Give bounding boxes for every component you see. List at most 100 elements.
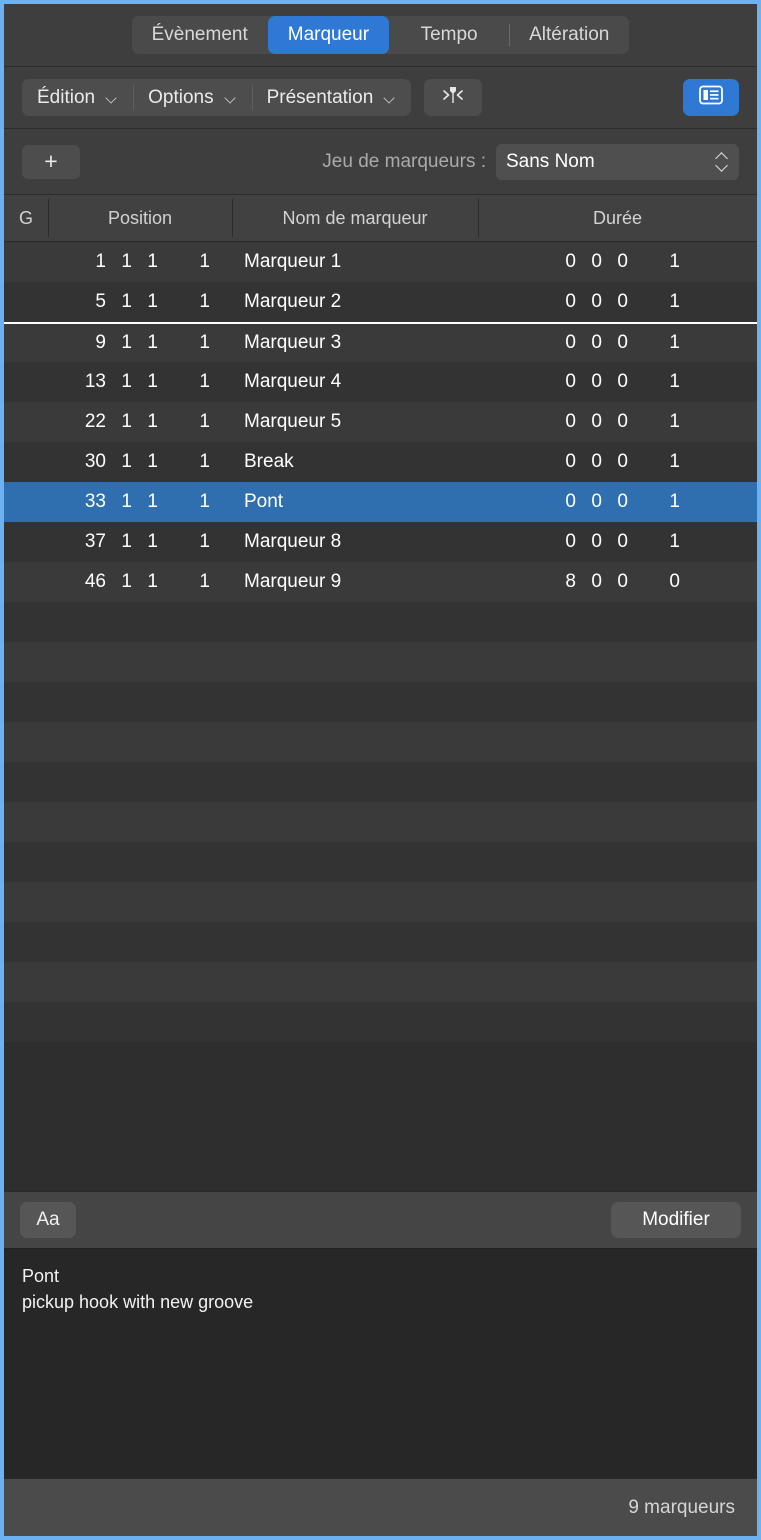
cell-marker-name[interactable]: Marqueur 8	[232, 531, 478, 553]
cell-position[interactable]: 22 1 1 1	[48, 411, 232, 433]
position-field-2[interactable]: 1	[132, 491, 158, 513]
position-field-2[interactable]: 1	[132, 291, 158, 313]
position-field-3[interactable]: 1	[158, 491, 210, 513]
column-header-dur[interactable]: Durée	[478, 195, 757, 241]
table-row[interactable]: 9 1 1 1 Marqueur 30001	[4, 322, 757, 362]
cell-marker-name[interactable]: Marqueur 2	[232, 291, 478, 313]
table-row-empty[interactable]	[4, 962, 757, 1002]
cell-position[interactable]: 13 1 1 1	[48, 371, 232, 393]
duration-field-3[interactable]: 1	[628, 332, 680, 354]
position-field-1[interactable]: 1	[106, 411, 132, 433]
table-row-empty[interactable]	[4, 842, 757, 882]
duration-field-1[interactable]: 0	[576, 371, 602, 393]
table-row-empty[interactable]	[4, 802, 757, 842]
duration-field-1[interactable]: 0	[576, 491, 602, 513]
column-header-pos[interactable]: Position	[48, 195, 232, 241]
table-row-empty[interactable]	[4, 722, 757, 762]
position-field-1[interactable]: 1	[106, 571, 132, 593]
font-button[interactable]: Aa	[20, 1202, 76, 1238]
duration-field-1[interactable]: 0	[576, 251, 602, 273]
duration-field-1[interactable]: 0	[576, 332, 602, 354]
position-field-3[interactable]: 1	[158, 371, 210, 393]
menu--dition[interactable]: Édition	[22, 79, 133, 116]
position-field-3[interactable]: 1	[158, 571, 210, 593]
table-row-empty[interactable]	[4, 642, 757, 682]
table-row-empty[interactable]	[4, 1002, 757, 1042]
duration-field-0[interactable]: 0	[478, 531, 576, 553]
cell-marker-name[interactable]: Break	[232, 451, 478, 473]
duration-field-2[interactable]: 0	[602, 371, 628, 393]
cell-duration[interactable]: 0001	[478, 371, 757, 393]
position-field-1[interactable]: 1	[106, 491, 132, 513]
position-field-0[interactable]: 22	[48, 411, 106, 433]
tab-tempo[interactable]: Tempo	[389, 16, 509, 54]
cell-duration[interactable]: 0001	[478, 291, 757, 313]
cell-duration[interactable]: 0001	[478, 491, 757, 513]
duration-field-2[interactable]: 0	[602, 332, 628, 354]
list-view-toggle-button[interactable]	[683, 79, 739, 116]
tab--v-nement[interactable]: Évènement	[132, 16, 268, 54]
table-row[interactable]: 1 1 1 1 Marqueur 10001	[4, 242, 757, 282]
position-field-0[interactable]: 37	[48, 531, 106, 553]
cell-marker-name[interactable]: Pont	[232, 491, 478, 513]
cell-position[interactable]: 5111	[48, 291, 232, 313]
duration-field-3[interactable]: 0	[628, 571, 680, 593]
column-header-name[interactable]: Nom de marqueur	[232, 195, 478, 241]
duration-field-3[interactable]: 1	[628, 411, 680, 433]
duration-field-0[interactable]: 0	[478, 451, 576, 473]
cell-marker-name[interactable]: Marqueur 3	[232, 332, 478, 354]
position-field-2[interactable]: 1	[132, 531, 158, 553]
table-row[interactable]: 46 1 1 1 Marqueur 98000	[4, 562, 757, 602]
cell-marker-name[interactable]: Marqueur 4	[232, 371, 478, 393]
position-field-3[interactable]: 1	[158, 531, 210, 553]
position-field-3[interactable]: 1	[158, 332, 210, 354]
position-field-2[interactable]: 1	[132, 571, 158, 593]
table-row[interactable]: 22 1 1 1 Marqueur 50001	[4, 402, 757, 442]
cell-position[interactable]: 33 1 1 1	[48, 491, 232, 513]
position-field-2[interactable]: 1	[132, 451, 158, 473]
cell-marker-name[interactable]: Marqueur 1	[232, 251, 478, 273]
cell-position[interactable]: 37 1 1 1	[48, 531, 232, 553]
position-field-3[interactable]: 1	[158, 411, 210, 433]
tab-marqueur[interactable]: Marqueur	[267, 16, 390, 54]
position-field-1[interactable]: 1	[106, 451, 132, 473]
duration-field-2[interactable]: 0	[602, 451, 628, 473]
duration-field-2[interactable]: 0	[602, 411, 628, 433]
menu-options[interactable]: Options	[133, 79, 251, 116]
cell-position[interactable]: 9111	[48, 332, 232, 354]
position-field-0[interactable]: 33	[48, 491, 106, 513]
duration-field-1[interactable]: 0	[576, 451, 602, 473]
position-field-2[interactable]: 1	[132, 371, 158, 393]
cell-duration[interactable]: 0001	[478, 411, 757, 433]
table-row[interactable]: 33 1 1 1 Pont 0 0 0 1	[4, 482, 757, 522]
position-field-0[interactable]: 13	[48, 371, 106, 393]
cell-duration[interactable]: 0001	[478, 251, 757, 273]
table-row[interactable]: 13 1 1 1 Marqueur 40001	[4, 362, 757, 402]
menu-pr-sentation[interactable]: Présentation	[251, 79, 412, 116]
cell-position[interactable]: 46 1 1 1	[48, 571, 232, 593]
duration-field-3[interactable]: 1	[628, 371, 680, 393]
duration-field-0[interactable]: 0	[478, 251, 576, 273]
duration-field-3[interactable]: 1	[628, 531, 680, 553]
goto-marker-button[interactable]	[424, 79, 483, 116]
duration-field-1[interactable]: 0	[576, 291, 602, 313]
table-row[interactable]: 30 1 1 1 Break 0 0 0 1	[4, 442, 757, 482]
duration-field-2[interactable]: 0	[602, 291, 628, 313]
cell-duration[interactable]: 0001	[478, 451, 757, 473]
table-row-empty[interactable]	[4, 882, 757, 922]
duration-field-0[interactable]: 0	[478, 411, 576, 433]
duration-field-0[interactable]: 0	[478, 371, 576, 393]
position-field-3[interactable]: 1	[158, 451, 210, 473]
position-field-0[interactable]: 1	[48, 251, 106, 273]
table-row-empty[interactable]	[4, 762, 757, 802]
duration-field-1[interactable]: 0	[576, 571, 602, 593]
position-field-2[interactable]: 1	[132, 332, 158, 354]
duration-field-0[interactable]: 0	[478, 291, 576, 313]
table-row[interactable]: 5 1 1 1 Marqueur 20001	[4, 282, 757, 322]
marker-set-popup[interactable]: Sans Nom	[496, 143, 739, 180]
duration-field-1[interactable]: 0	[576, 531, 602, 553]
cell-position[interactable]: 30 1 1 1	[48, 451, 232, 473]
table-row-empty[interactable]	[4, 922, 757, 962]
column-header-g[interactable]: G	[4, 195, 48, 241]
duration-field-2[interactable]: 0	[602, 251, 628, 273]
